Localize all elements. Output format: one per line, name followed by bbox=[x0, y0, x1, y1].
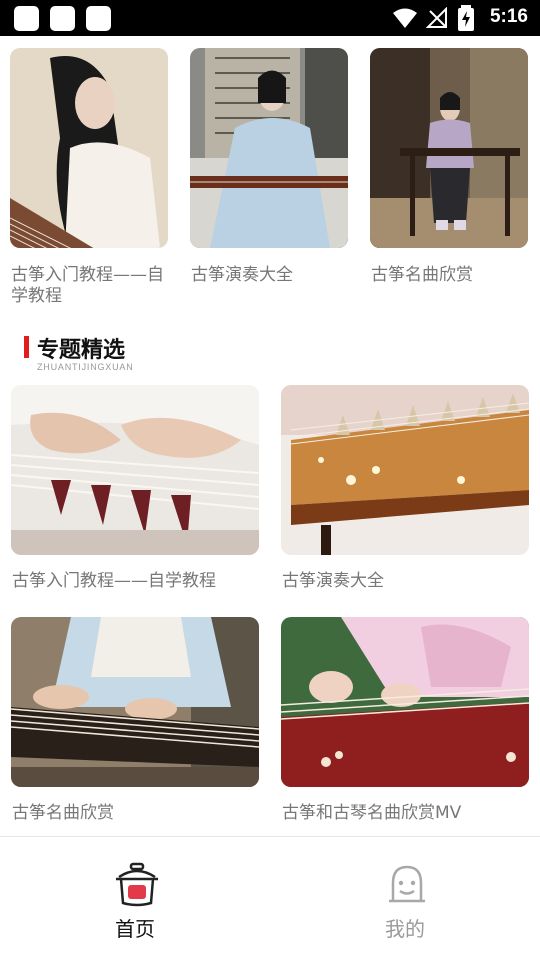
status-bar: 5:16 bbox=[0, 0, 540, 36]
home-pot-icon bbox=[116, 862, 158, 907]
tab-home-label: 首页 bbox=[115, 917, 155, 941]
section-title: 专题精选 bbox=[37, 338, 126, 363]
featured-title[interactable]: 古筝名曲欣赏 bbox=[12, 803, 272, 824]
video-thumbnail[interactable] bbox=[370, 48, 528, 248]
video-thumbnail[interactable] bbox=[190, 48, 348, 248]
wifi-icon bbox=[393, 8, 417, 28]
status-time: 5:16 bbox=[489, 6, 528, 27]
notification-icon bbox=[50, 6, 75, 31]
section-subtitle: ZHUANTIJINGXUAN bbox=[37, 362, 134, 372]
notification-icon bbox=[86, 6, 111, 31]
battery-charging-icon bbox=[458, 5, 474, 31]
featured-thumbnail[interactable] bbox=[281, 385, 529, 555]
tab-home[interactable]: 首页 bbox=[0, 837, 270, 961]
tab-profile-label: 我的 bbox=[385, 917, 425, 941]
featured-thumbnail[interactable] bbox=[11, 617, 259, 787]
tab-profile[interactable]: 我的 bbox=[270, 837, 540, 961]
video-title[interactable]: 古筝入门教程——自学教程 bbox=[11, 265, 171, 307]
video-thumbnail[interactable] bbox=[10, 48, 168, 248]
featured-thumbnail[interactable] bbox=[11, 385, 259, 555]
section-accent-bar bbox=[24, 336, 29, 358]
bottom-tab-bar: 首页 我的 bbox=[0, 836, 540, 961]
featured-title[interactable]: 古筝入门教程——自学教程 bbox=[12, 571, 272, 592]
profile-face-icon bbox=[389, 865, 425, 903]
featured-title[interactable]: 古筝和古琴名曲欣赏MV bbox=[282, 803, 532, 824]
featured-thumbnail[interactable] bbox=[281, 617, 529, 787]
video-title[interactable]: 古筝演奏大全 bbox=[191, 265, 351, 286]
featured-title[interactable]: 古筝演奏大全 bbox=[282, 571, 532, 592]
no-signal-icon bbox=[426, 7, 447, 28]
notification-icon bbox=[14, 6, 39, 31]
video-title[interactable]: 古筝名曲欣赏 bbox=[371, 265, 531, 286]
